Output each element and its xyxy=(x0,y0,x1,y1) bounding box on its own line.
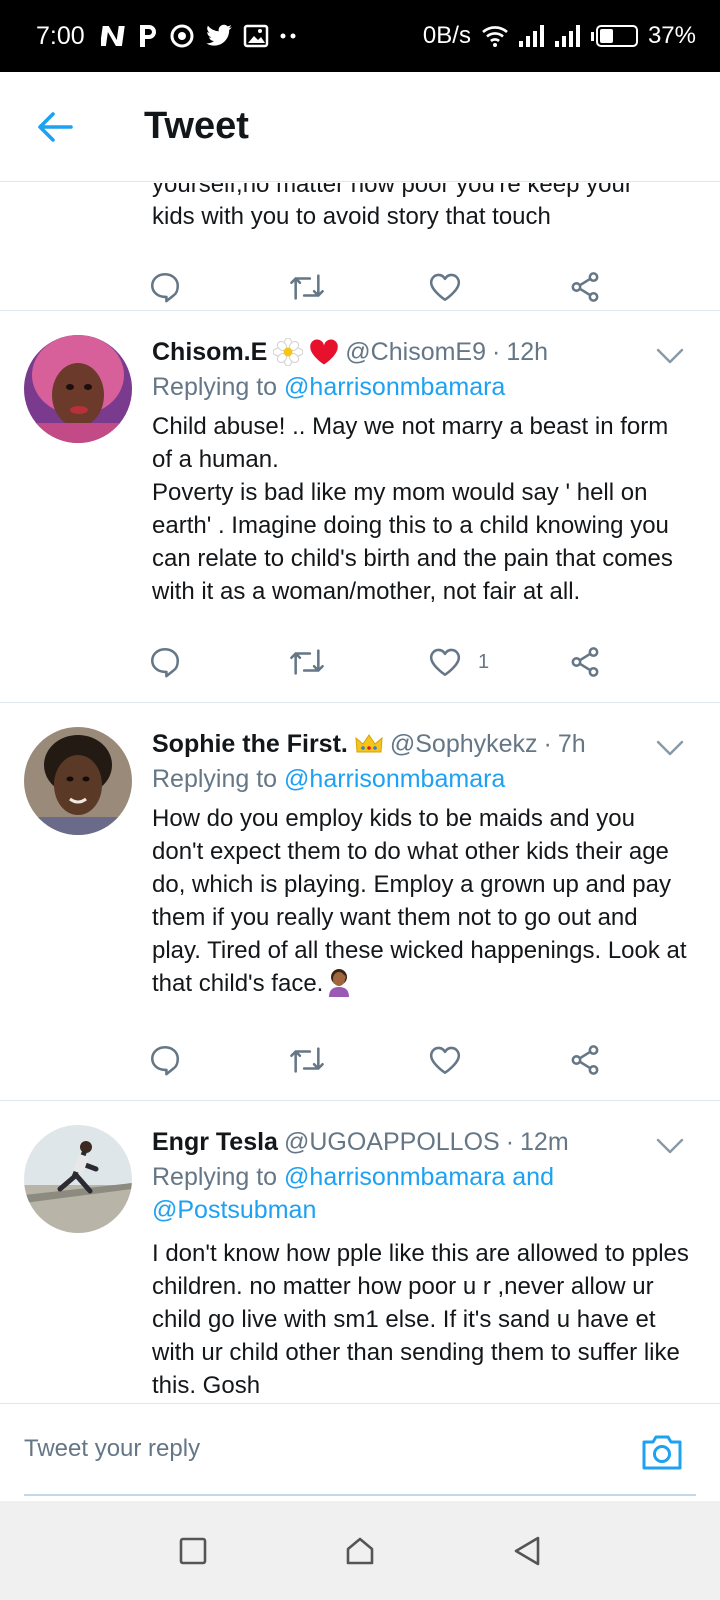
user-handle[interactable]: @UGOAPPOLLOS xyxy=(284,1128,500,1157)
arrow-left-icon xyxy=(38,111,73,142)
user-handle[interactable]: @ChisomE9 xyxy=(345,338,486,367)
image-icon xyxy=(243,22,269,50)
display-name[interactable]: Chisom.E xyxy=(152,338,267,367)
display-name[interactable]: Engr Tesla xyxy=(152,1128,278,1157)
share-button[interactable] xyxy=(568,632,708,692)
heart-icon xyxy=(429,1046,461,1075)
battery-icon xyxy=(590,25,638,47)
share-button[interactable] xyxy=(568,1030,708,1090)
reply-button[interactable] xyxy=(148,1030,288,1090)
tweet-header: Sophie the First. @Sophykekz · 7h xyxy=(152,729,586,759)
signal-icon-1 xyxy=(518,22,545,50)
heart-icon xyxy=(429,273,461,302)
status-bar: 7:00 0B/s 37% xyxy=(0,0,720,72)
retweet-icon xyxy=(290,1047,324,1073)
home-button[interactable] xyxy=(330,1521,390,1581)
status-time: 7:00 xyxy=(36,21,85,50)
square-icon xyxy=(180,1537,207,1564)
top-app-bar: Tweet xyxy=(0,72,720,182)
reply-tweet[interactable]: Chisom.E @ChisomE9 · 12h Replying to @ha… xyxy=(0,311,720,703)
wifi-icon xyxy=(481,22,509,50)
back-nav-button[interactable] xyxy=(497,1521,557,1581)
chevron-down-icon xyxy=(656,1138,684,1154)
more-dots-icon xyxy=(279,22,297,50)
reply-icon xyxy=(150,647,180,678)
like-button[interactable] xyxy=(428,1030,568,1090)
reply-composer: Tweet your reply xyxy=(0,1403,720,1501)
retweet-button[interactable] xyxy=(288,632,428,692)
retweet-icon xyxy=(290,649,324,675)
heart-icon xyxy=(429,648,461,677)
replying-to: Replying to @harrisonmbamara xyxy=(152,373,506,401)
avatar[interactable] xyxy=(24,335,132,443)
reply-tweet[interactable]: Sophie the First. @Sophykekz · 7h Replyi… xyxy=(0,703,720,1101)
reply-input[interactable]: Tweet your reply xyxy=(24,1404,696,1496)
chevron-down-icon xyxy=(656,348,684,364)
like-button[interactable]: 1 xyxy=(428,632,568,692)
share-icon xyxy=(571,272,599,302)
home-icon xyxy=(346,1537,374,1564)
avatar[interactable] xyxy=(24,727,132,835)
share-icon xyxy=(571,647,599,677)
reply-button[interactable] xyxy=(148,632,288,692)
share-icon xyxy=(571,1045,599,1075)
camera-icon xyxy=(642,1435,682,1470)
back-button[interactable] xyxy=(0,72,110,182)
crown-emoji-icon xyxy=(354,732,384,756)
system-nav-bar xyxy=(0,1501,720,1600)
partial-tweet[interactable]: yourself,no matter how poor you're keep … xyxy=(0,183,720,311)
share-button[interactable] xyxy=(568,257,708,317)
battery-percent: 37% xyxy=(647,22,696,49)
reply-button[interactable] xyxy=(148,257,288,317)
like-count: 1 xyxy=(478,650,490,673)
triangle-back-icon xyxy=(514,1536,539,1565)
tweet-text: Child abuse! .. May we not marry a beast… xyxy=(152,413,673,605)
p-icon xyxy=(137,22,159,50)
tweet-menu-button[interactable] xyxy=(650,341,690,371)
reply-feed[interactable]: yourself,no matter how poor you're keep … xyxy=(0,183,720,1403)
partial-tweet-text: yourself,no matter how poor you're keep … xyxy=(152,183,633,230)
retweet-button[interactable] xyxy=(288,1030,428,1090)
camera-button[interactable] xyxy=(640,1432,684,1472)
replying-to: Replying to @harrisonmbamara and @Postsu… xyxy=(152,1163,554,1224)
tweet-actions xyxy=(148,1020,720,1100)
netflix-icon xyxy=(100,22,127,50)
reply-icon xyxy=(150,272,180,303)
tweet-header: Engr Tesla @UGOAPPOLLOS · 12m xyxy=(152,1127,569,1157)
tweet-menu-button[interactable] xyxy=(650,733,690,763)
tweet-menu-button[interactable] xyxy=(650,1131,690,1161)
recents-button[interactable] xyxy=(163,1521,223,1581)
heart-emoji-icon xyxy=(309,338,339,366)
data-rate: 0B/s xyxy=(422,22,471,49)
reply-tweet[interactable]: Engr Tesla @UGOAPPOLLOS · 12m Replying t… xyxy=(0,1101,720,1403)
chevron-down-icon xyxy=(656,740,684,756)
user-handle[interactable]: @Sophykekz xyxy=(390,730,538,759)
tweet-text: I don't know how pple like this are allo… xyxy=(152,1240,689,1399)
tweet-time: 7h xyxy=(557,729,586,758)
like-button[interactable] xyxy=(428,257,568,317)
retweet-button[interactable] xyxy=(288,257,428,317)
twitter-icon xyxy=(205,22,233,50)
display-name[interactable]: Sophie the First. xyxy=(152,730,348,759)
replying-to: Replying to @harrisonmbamara xyxy=(152,765,506,793)
mention-link[interactable]: @harrisonmbamara xyxy=(284,373,505,401)
tweet-time: 12h xyxy=(506,337,549,366)
tweet-actions: 1 xyxy=(148,622,720,702)
avatar[interactable] xyxy=(24,1125,132,1233)
flower-emoji-icon xyxy=(273,338,304,366)
page-title: Tweet xyxy=(144,105,249,147)
tweet-header: Chisom.E @ChisomE9 · 12h xyxy=(152,337,549,367)
signal-icon-2 xyxy=(554,22,581,50)
vpn-icon xyxy=(169,22,195,50)
reply-icon xyxy=(150,1045,180,1076)
tweet-text: How do you employ kids to be maids and y… xyxy=(152,802,720,1006)
retweet-icon xyxy=(290,274,324,300)
mention-link[interactable]: @harrisonmbamara xyxy=(284,765,505,793)
tweet-time: 12m xyxy=(520,1127,569,1156)
facepalm-emoji-icon xyxy=(325,967,353,1006)
